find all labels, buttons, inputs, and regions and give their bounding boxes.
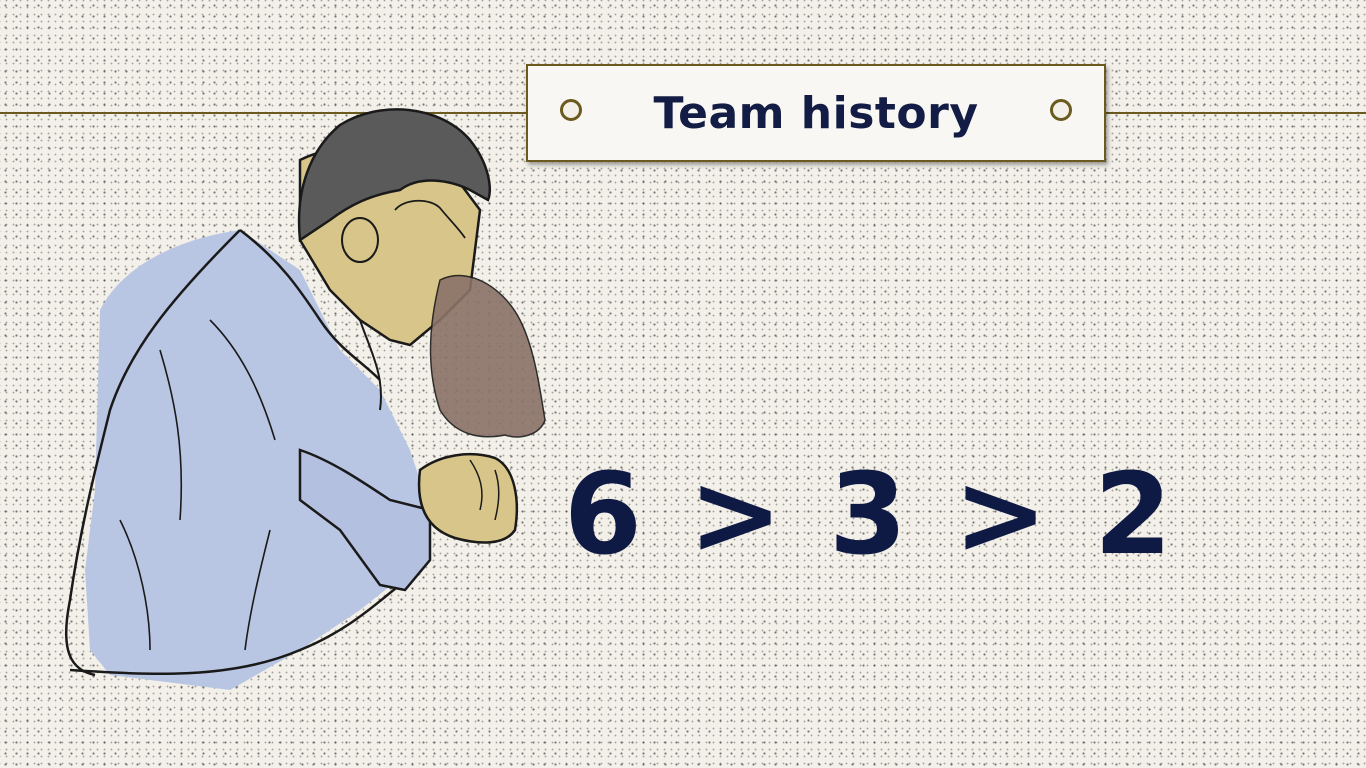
page-title: Team history	[653, 88, 979, 139]
sequence-number-third: 2	[1094, 450, 1172, 580]
greater-than-sign-1: >	[688, 450, 783, 580]
greater-than-sign-2: >	[953, 450, 1048, 580]
grommet-right-icon	[1050, 99, 1072, 121]
number-sequence: 6 > 3 > 2	[548, 450, 1308, 580]
thinking-man-illustration	[65, 108, 546, 690]
sequence-number-first: 6	[564, 450, 642, 580]
sequence-number-second: 3	[829, 450, 907, 580]
clay-figure-shape	[429, 274, 546, 438]
fist-shape	[417, 452, 519, 544]
ear-shape	[341, 217, 379, 263]
title-sign: Team history	[526, 64, 1106, 162]
